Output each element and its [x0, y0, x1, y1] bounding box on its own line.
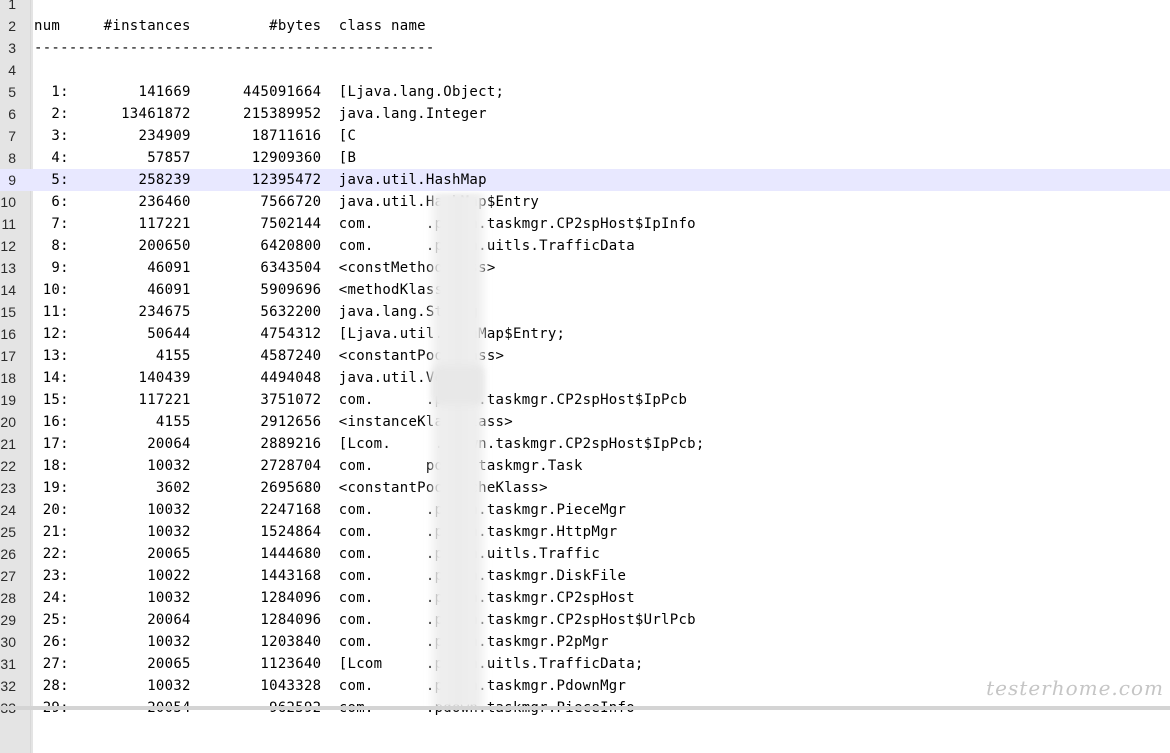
line-number: 28	[0, 590, 16, 606]
line-number: 7	[8, 128, 16, 144]
editor-line[interactable]: 8 4: 57857 12909360 [B	[0, 147, 1170, 169]
line-number: 30	[0, 634, 16, 650]
editor-line[interactable]: 17 13: 4155 4587240 <constantPoolKlass>	[0, 345, 1170, 367]
editor-line[interactable]: 31 27: 20065 1123640 [Lcom .pdown.uitls.…	[0, 653, 1170, 675]
line-number: 10	[0, 194, 16, 210]
editor-line[interactable]: 5 1: 141669 445091664 [Ljava.lang.Object…	[0, 81, 1170, 103]
editor-line[interactable]: 24 20: 10032 2247168 com. .pdown.taskmgr…	[0, 499, 1170, 521]
editor-line[interactable]: 23 19: 3602 2695680 <constantPoolCacheKl…	[0, 477, 1170, 499]
editor-line[interactable]: 20 16: 4155 2912656 <instanceKlassKlass>	[0, 411, 1170, 433]
line-number: 5	[8, 84, 16, 100]
line-number: 17	[0, 348, 16, 364]
line-number: 9	[8, 172, 16, 188]
line-text: 3: 234909 18711616 [C	[34, 128, 357, 144]
editor-line[interactable]: 19 15: 117221 3751072 com. .pdown.taskmg…	[0, 389, 1170, 411]
line-text: 26: 10032 1203840 com. .pdown.taskmgr.P2…	[34, 634, 609, 650]
redaction-blur	[432, 365, 484, 405]
line-text: 10: 46091 5909696 <methodKlass>	[34, 282, 453, 298]
line-text: 2: 13461872 215389952 java.lang.Integer	[34, 106, 487, 122]
editor-line[interactable]: 9 5: 258239 12395472 java.util.HashMap	[0, 169, 1170, 191]
editor-line[interactable]: 7 3: 234909 18711616 [C	[0, 125, 1170, 147]
editor-line[interactable]: 26 22: 20065 1444680 com. .pdown.uitls.T…	[0, 543, 1170, 565]
line-text: 11: 234675 5632200 java.lang.String	[34, 304, 479, 320]
line-number: 19	[0, 392, 16, 408]
line-number: 18	[0, 370, 16, 386]
editor-line[interactable]: 30 26: 10032 1203840 com. .pdown.taskmgr…	[0, 631, 1170, 653]
line-number: 32	[0, 678, 16, 694]
line-number: 24	[0, 502, 16, 518]
line-number: 27	[0, 568, 16, 584]
line-text: 24: 10032 1284096 com. .pdown.taskmgr.CP…	[34, 590, 635, 606]
line-number: 20	[0, 414, 16, 430]
editor-line[interactable]: 29 25: 20064 1284096 com. .pdown.taskmgr…	[0, 609, 1170, 631]
line-number: 22	[0, 458, 16, 474]
watermark: testerhome.com	[986, 676, 1164, 700]
line-number: 8	[8, 150, 16, 166]
line-text: 23: 10022 1443168 com. .pdown.taskmgr.Di…	[34, 568, 627, 584]
redaction-blur	[427, 193, 489, 708]
editor-line[interactable]: 3 ---------------------------------------…	[0, 37, 1170, 59]
editor-line[interactable]: 14 10: 46091 5909696 <methodKlass>	[0, 279, 1170, 301]
editor-line[interactable]: 6 2: 13461872 215389952 java.lang.Intege…	[0, 103, 1170, 125]
line-text: 20: 10032 2247168 com. .pdown.taskmgr.Pi…	[34, 502, 627, 518]
editor-line[interactable]: 1	[0, 0, 1170, 15]
editor-line[interactable]: 2 num #instances #bytes class name	[0, 15, 1170, 37]
horizontal-scrollbar[interactable]	[0, 706, 1170, 710]
line-text: 27: 20065 1123640 [Lcom .pdown.uitls.Tra…	[34, 656, 644, 672]
line-number: 29	[0, 612, 16, 628]
line-text: 28: 10032 1043328 com. .pdown.taskmgr.Pd…	[34, 678, 627, 694]
line-number: 14	[0, 282, 16, 298]
line-text: num #instances #bytes class name	[34, 18, 426, 34]
line-number: 26	[0, 546, 16, 562]
editor-line[interactable]: 10 6: 236460 7566720 java.util.HashMap$E…	[0, 191, 1170, 213]
editor-line[interactable]: 12 8: 200650 6420800 com. .pdown.uitls.T…	[0, 235, 1170, 257]
line-number: 11	[1, 216, 16, 232]
editor-line[interactable]: 15 11: 234675 5632200 java.lang.String	[0, 301, 1170, 323]
line-text: 18: 10032 2728704 com. pdown.taskmgr.Tas…	[34, 458, 583, 474]
line-text: 14: 140439 4494048 java.util.Vector	[34, 370, 479, 386]
editor-line[interactable]: 13 9: 46091 6343504 <constMethodKlass>	[0, 257, 1170, 279]
line-text: 1: 141669 445091664 [Ljava.lang.Object;	[34, 84, 505, 100]
editor-line[interactable]: 11 7: 117221 7502144 com. .pdown.taskmgr…	[0, 213, 1170, 235]
editor-line[interactable]: 28 24: 10032 1284096 com. .pdown.taskmgr…	[0, 587, 1170, 609]
line-number: 6	[8, 106, 16, 122]
line-text: 7: 117221 7502144 com. .pdown.taskmgr.CP…	[34, 216, 696, 232]
line-text: 15: 117221 3751072 com. .pdown.taskmgr.C…	[34, 392, 688, 408]
line-text: 21: 10032 1524864 com. .pdown.taskmgr.Ht…	[34, 524, 618, 540]
line-number: 31	[0, 656, 16, 672]
line-number: 3	[8, 40, 16, 56]
line-number: 16	[0, 326, 16, 342]
line-text: 25: 20064 1284096 com. .pdown.taskmgr.CP…	[34, 612, 696, 628]
editor-line[interactable]: 21 17: 20064 2889216 [Lcom. .pdown.taskm…	[0, 433, 1170, 455]
line-number: 13	[0, 260, 16, 276]
editor-line[interactable]: 4	[0, 59, 1170, 81]
line-text: 17: 20064 2889216 [Lcom. .pdown.taskmgr.…	[34, 436, 705, 452]
line-number: 12	[0, 238, 16, 254]
line-number: 4	[8, 62, 16, 78]
line-text: ----------------------------------------…	[34, 40, 435, 56]
line-number: 15	[0, 304, 16, 320]
editor-line[interactable]: 16 12: 50644 4754312 [Ljava.util.HashMap…	[0, 323, 1170, 345]
line-number: 23	[0, 480, 16, 496]
text-editor[interactable]: 1 2 num #instances #bytes class name 3 -----…	[0, 0, 1170, 719]
line-text: 5: 258239 12395472 java.util.HashMap	[34, 172, 487, 188]
line-text: 22: 20065 1444680 com. .pdown.uitls.Traf…	[34, 546, 601, 562]
editor-line[interactable]: 27 23: 10022 1443168 com. .pdown.taskmgr…	[0, 565, 1170, 587]
line-number: 1	[8, 0, 16, 12]
line-text: 8: 200650 6420800 com. .pdown.uitls.Traf…	[34, 238, 635, 254]
line-text: 4: 57857 12909360 [B	[34, 150, 357, 166]
line-number: 21	[0, 436, 16, 452]
editor-line[interactable]: 25 21: 10032 1524864 com. .pdown.taskmgr…	[0, 521, 1170, 543]
line-number: 25	[0, 524, 16, 540]
editor-line[interactable]: 22 18: 10032 2728704 com. pdown.taskmgr.…	[0, 455, 1170, 477]
line-number: 2	[8, 18, 16, 34]
editor-line[interactable]: 18 14: 140439 4494048 java.util.Vector	[0, 367, 1170, 389]
